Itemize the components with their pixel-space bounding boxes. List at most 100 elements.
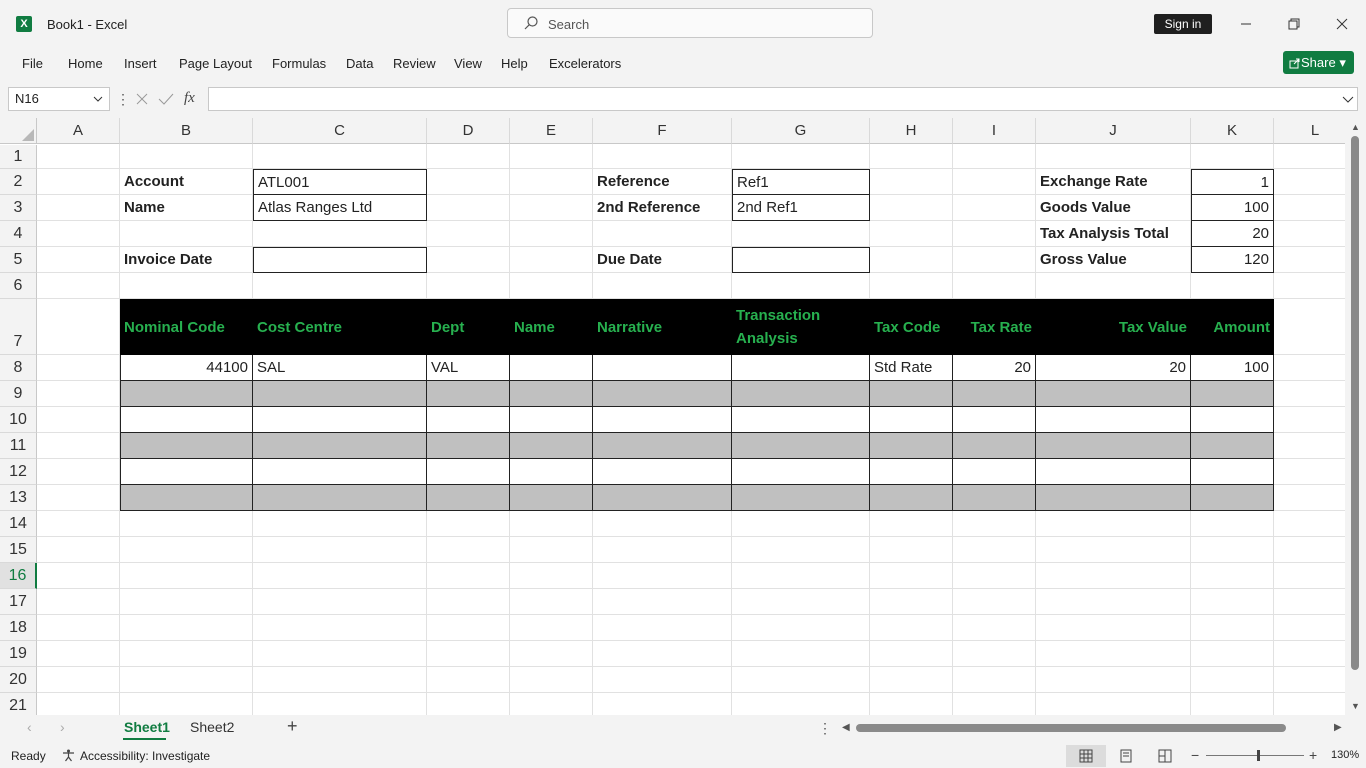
- column-header-g[interactable]: G: [732, 118, 870, 144]
- tab-options-icon[interactable]: ⋮: [818, 720, 832, 737]
- table-cell[interactable]: [253, 433, 427, 459]
- more-icon[interactable]: ⋮: [116, 91, 130, 108]
- menu-data[interactable]: Data: [346, 56, 373, 71]
- table-cell[interactable]: [953, 433, 1036, 459]
- column-header-e[interactable]: E: [510, 118, 593, 144]
- table-cell[interactable]: [253, 407, 427, 433]
- table-cell[interactable]: [870, 459, 953, 485]
- row-header-17[interactable]: 17: [0, 589, 37, 615]
- second-reference-value-cell[interactable]: 2nd Ref1: [732, 195, 870, 221]
- table-cell[interactable]: [593, 485, 732, 511]
- row-header-4[interactable]: 4: [0, 221, 37, 247]
- zoom-in-icon[interactable]: +: [1309, 747, 1317, 763]
- table-cell[interactable]: [427, 433, 510, 459]
- table-cell[interactable]: [593, 381, 732, 407]
- row-header-15[interactable]: 15: [0, 537, 37, 563]
- zoom-level[interactable]: 130%: [1331, 749, 1359, 761]
- row-header-2[interactable]: 2: [0, 169, 37, 195]
- table-header-tax-rate[interactable]: Tax Rate: [953, 299, 1036, 355]
- table-cell[interactable]: [953, 381, 1036, 407]
- column-header-c[interactable]: C: [253, 118, 427, 144]
- table-header-cost-centre[interactable]: Cost Centre: [253, 299, 427, 355]
- table-cell[interactable]: [732, 459, 870, 485]
- table-cell[interactable]: [510, 485, 593, 511]
- column-header-d[interactable]: D: [427, 118, 510, 144]
- column-header-a[interactable]: A: [37, 118, 120, 144]
- next-sheet-icon[interactable]: ›: [60, 719, 65, 735]
- invoice-date-label[interactable]: Invoice Date: [120, 247, 253, 273]
- minimize-icon[interactable]: [1234, 12, 1258, 36]
- row-header-12[interactable]: 12: [0, 459, 37, 485]
- expand-formula-icon[interactable]: [1341, 92, 1355, 106]
- formula-input[interactable]: [208, 87, 1358, 111]
- table-cell[interactable]: [120, 381, 253, 407]
- row-header-1[interactable]: 1: [0, 145, 37, 169]
- tax-analysis-total-cell[interactable]: 20: [1191, 221, 1274, 247]
- due-date-cell[interactable]: [732, 247, 870, 273]
- scroll-right-icon[interactable]: ▶: [1334, 722, 1342, 733]
- table-header-transaction-analysis[interactable]: Transaction Analysis: [732, 299, 870, 355]
- table-cell[interactable]: [1191, 381, 1274, 407]
- table-header-tax-value[interactable]: Tax Value: [1036, 299, 1191, 355]
- row-header-16[interactable]: 16: [0, 563, 37, 589]
- zoom-slider-thumb[interactable]: [1257, 750, 1260, 761]
- table-cell[interactable]: [510, 433, 593, 459]
- gross-value-cell[interactable]: 120: [1191, 247, 1274, 273]
- menu-insert[interactable]: Insert: [124, 56, 157, 71]
- table-cell[interactable]: Std Rate: [870, 355, 953, 381]
- column-header-f[interactable]: F: [593, 118, 732, 144]
- page-layout-view-icon[interactable]: [1119, 749, 1133, 763]
- table-cell[interactable]: [732, 485, 870, 511]
- menu-home[interactable]: Home: [68, 56, 103, 71]
- row-header-10[interactable]: 10: [0, 407, 37, 433]
- table-cell[interactable]: [510, 381, 593, 407]
- scroll-up-icon[interactable]: ▲: [1351, 122, 1360, 132]
- page-break-view-icon[interactable]: [1158, 749, 1172, 763]
- table-cell[interactable]: [510, 355, 593, 381]
- restore-icon[interactable]: [1282, 12, 1306, 36]
- zoom-out-icon[interactable]: −: [1191, 747, 1199, 763]
- menu-view[interactable]: View: [454, 56, 482, 71]
- table-cell[interactable]: [120, 433, 253, 459]
- row-header-21[interactable]: 21: [0, 693, 37, 715]
- close-icon[interactable]: [1330, 12, 1354, 36]
- table-cell[interactable]: [1036, 433, 1191, 459]
- menu-review[interactable]: Review: [393, 56, 436, 71]
- sheet-tab-sheet2[interactable]: Sheet2: [190, 719, 234, 735]
- scroll-left-icon[interactable]: ◀: [842, 722, 850, 733]
- accessibility-icon[interactable]: [62, 749, 75, 762]
- invoice-date-cell[interactable]: [253, 247, 427, 273]
- table-cell[interactable]: [120, 459, 253, 485]
- table-cell[interactable]: [593, 433, 732, 459]
- scroll-down-icon[interactable]: ▼: [1351, 701, 1360, 711]
- table-cell[interactable]: [732, 355, 870, 381]
- gross-value-label[interactable]: Gross Value: [1036, 247, 1191, 273]
- table-cell[interactable]: [1036, 407, 1191, 433]
- row-header-5[interactable]: 5: [0, 247, 37, 273]
- menu-page-layout[interactable]: Page Layout: [179, 56, 252, 71]
- spreadsheet-grid[interactable]: ABCDEFGHIJKL 1 2 3 4 5 6 7 8 9 10 11 12 13 14 15 16 17 18…: [0, 118, 1366, 715]
- account-label[interactable]: Account: [120, 169, 253, 195]
- table-cell[interactable]: [732, 433, 870, 459]
- name-value-cell[interactable]: Atlas Ranges Ltd: [253, 195, 427, 221]
- table-cell[interactable]: [732, 407, 870, 433]
- insert-function-icon[interactable]: fx: [184, 90, 195, 107]
- add-sheet-icon[interactable]: +: [287, 716, 298, 737]
- table-cell[interactable]: [427, 381, 510, 407]
- column-header-i[interactable]: I: [953, 118, 1036, 144]
- prev-sheet-icon[interactable]: ‹: [27, 719, 32, 735]
- menu-excelerators[interactable]: Excelerators: [549, 56, 621, 71]
- table-cell[interactable]: [870, 381, 953, 407]
- table-header-tax-code[interactable]: Tax Code: [870, 299, 953, 355]
- table-cell[interactable]: [427, 459, 510, 485]
- table-cell[interactable]: [870, 433, 953, 459]
- zoom-slider[interactable]: [1206, 755, 1304, 756]
- row-header-6[interactable]: 6: [0, 273, 37, 299]
- table-cell[interactable]: [120, 485, 253, 511]
- table-cell[interactable]: [1191, 485, 1274, 511]
- row-header-7[interactable]: 7: [0, 299, 37, 355]
- menu-formulas[interactable]: Formulas: [272, 56, 326, 71]
- row-header-11[interactable]: 11: [0, 433, 37, 459]
- due-date-label[interactable]: Due Date: [593, 247, 732, 273]
- column-header-j[interactable]: J: [1036, 118, 1191, 144]
